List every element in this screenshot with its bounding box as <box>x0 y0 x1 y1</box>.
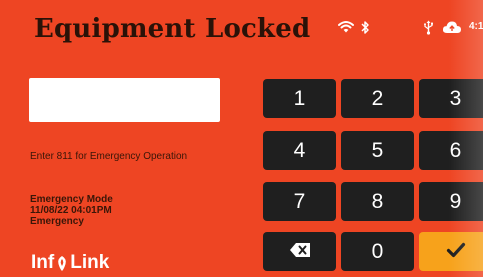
key-4[interactable]: 4 <box>263 131 336 170</box>
emergency-datetime: 11/08/22 04:01PM <box>30 205 112 216</box>
backspace-button[interactable] <box>263 232 336 271</box>
emergency-hint: Enter 811 for Emergency Operation <box>30 151 188 162</box>
key-7[interactable]: 7 <box>263 182 336 221</box>
emergency-info: Emergency Mode 11/08/22 04:01PM Emergenc… <box>30 194 113 227</box>
backspace-icon <box>289 240 311 264</box>
cloud-upload-icon <box>442 16 462 38</box>
top-bar: Equipment Locked 4:1 <box>0 0 483 58</box>
key-6[interactable]: 6 <box>419 131 483 170</box>
emergency-mode-label: Emergency Mode <box>30 194 113 205</box>
checkmark-icon <box>446 240 466 264</box>
key-2[interactable]: 2 <box>341 79 414 118</box>
bluetooth-icon <box>360 16 370 38</box>
key-9[interactable]: 9 <box>419 182 483 221</box>
key-8[interactable]: 8 <box>341 182 414 221</box>
key-0[interactable]: 0 <box>341 232 414 271</box>
key-3[interactable]: 3 <box>419 79 483 118</box>
lock-screen: Equipment Locked 4:1 Enter 811 for Emerg… <box>0 0 483 277</box>
page-title: Equipment Locked <box>34 14 311 44</box>
brand-logo-text-right: Link <box>70 252 110 273</box>
usb-icon <box>423 16 434 38</box>
enter-button[interactable] <box>419 232 483 271</box>
brand-logo-text-left: Inf <box>31 252 55 273</box>
code-input[interactable] <box>29 78 220 122</box>
brand-logo: Inf Link <box>31 252 109 274</box>
status-time: 4:1 <box>469 21 483 32</box>
brand-logo-mark <box>55 255 69 272</box>
wifi-icon <box>338 16 354 38</box>
key-1[interactable]: 1 <box>263 79 336 118</box>
key-5[interactable]: 5 <box>341 131 414 170</box>
emergency-status: Emergency <box>30 216 84 227</box>
